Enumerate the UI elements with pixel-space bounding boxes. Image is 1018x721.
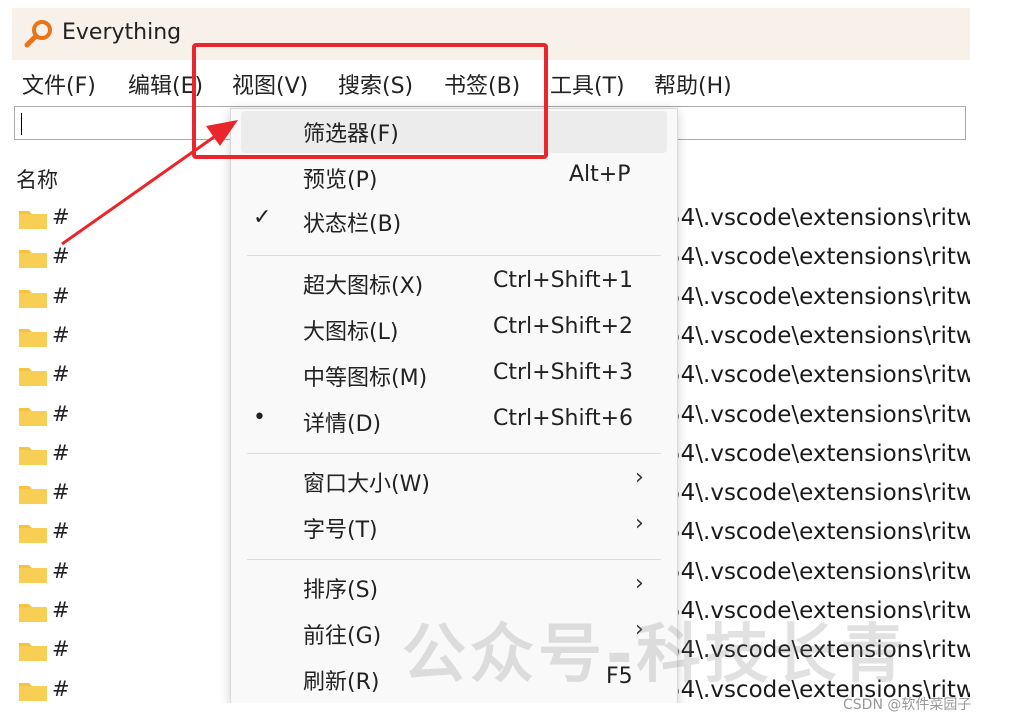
annotation-arrow	[61, 120, 238, 246]
credit-text: CSDN @软件菜园子	[843, 697, 972, 713]
